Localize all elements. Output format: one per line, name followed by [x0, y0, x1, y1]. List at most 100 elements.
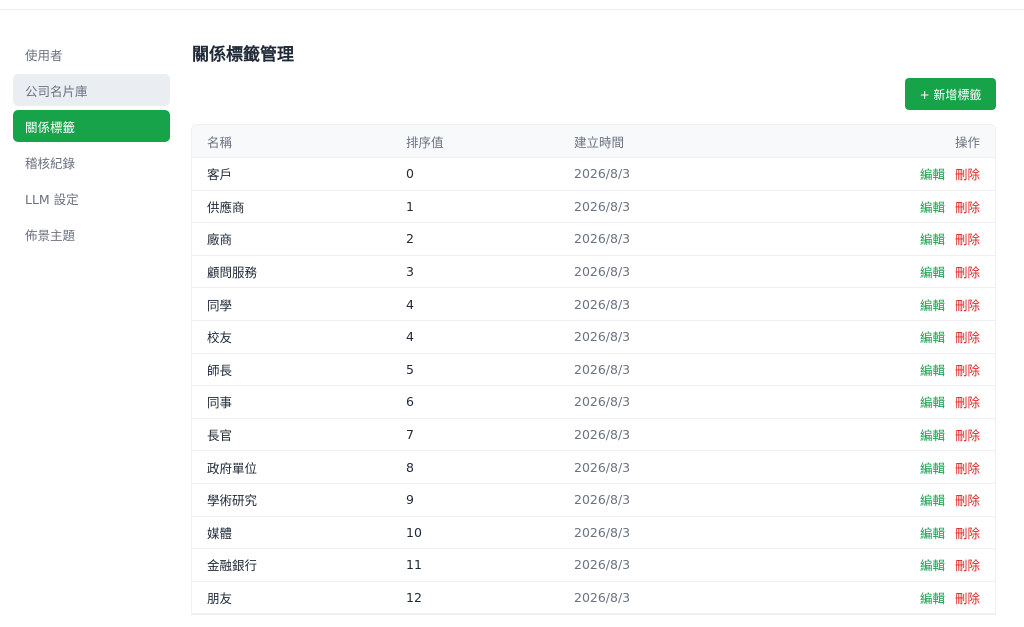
cell-actions: 編輯 刪除	[859, 327, 995, 346]
cell-sort: 10	[406, 524, 422, 540]
cell-actions: 編輯 刪除	[859, 490, 995, 509]
sidebar-item-llm-settings[interactable]: LLM 設定	[13, 182, 170, 214]
edit-button[interactable]: 編輯	[920, 200, 945, 215]
edit-button[interactable]: 編輯	[920, 265, 945, 280]
delete-button[interactable]: 刪除	[955, 591, 980, 606]
cell-sort: 0	[406, 166, 414, 182]
cell-actions: 編輯 刪除	[859, 295, 995, 314]
table-row: 朋友 12 2026/8/3 編輯 刪除	[192, 581, 995, 615]
delete-button[interactable]: 刪除	[955, 200, 980, 215]
cell-created: 2026/8/3	[574, 557, 631, 573]
edit-button[interactable]: 編輯	[920, 363, 945, 378]
delete-button[interactable]: 刪除	[955, 330, 980, 345]
delete-button[interactable]: 刪除	[955, 395, 980, 410]
sidebar: 使用者 公司名片庫 關係標籤 稽核紀錄 LLM 設定 佈景主題	[13, 38, 170, 254]
delete-button[interactable]: 刪除	[955, 526, 980, 541]
table-row: 政府單位 8 2026/8/3 編輯 刪除	[192, 451, 995, 484]
edit-button[interactable]: 編輯	[920, 591, 945, 606]
cell-created: 2026/8/3	[574, 394, 631, 410]
delete-button[interactable]: 刪除	[955, 428, 980, 443]
add-tag-button[interactable]: + 新增標籤	[905, 78, 996, 110]
edit-button[interactable]: 編輯	[920, 395, 945, 410]
cell-actions: 編輯 刪除	[859, 392, 995, 411]
delete-button[interactable]: 刪除	[955, 493, 980, 508]
sidebar-item-theme[interactable]: 佈景主題	[13, 218, 170, 250]
edit-button[interactable]: 編輯	[920, 298, 945, 313]
sidebar-item-relation-tags[interactable]: 關係標籤	[13, 110, 170, 142]
edit-button[interactable]: 編輯	[920, 461, 945, 476]
cell-sort: 2	[406, 231, 414, 247]
cell-name: 金融銀行	[207, 558, 258, 574]
cell-created: 2026/8/3	[574, 524, 631, 540]
cell-name: 供應商	[207, 199, 245, 215]
delete-button[interactable]: 刪除	[955, 298, 980, 313]
table-row: 客戶 0 2026/8/3 編輯 刪除	[192, 158, 995, 191]
table-header: 名稱 排序值 建立時間 操作	[192, 125, 995, 158]
cell-actions: 編輯 刪除	[859, 555, 995, 574]
edit-button[interactable]: 編輯	[920, 330, 945, 345]
cell-created: 2026/8/3	[574, 361, 631, 377]
cell-name: 師長	[207, 362, 233, 378]
cell-actions: 編輯 刪除	[859, 360, 995, 379]
cell-sort: 6	[406, 394, 414, 410]
delete-button[interactable]: 刪除	[955, 167, 980, 182]
sidebar-item-audit-log[interactable]: 稽核紀錄	[13, 146, 170, 178]
edit-button[interactable]: 編輯	[920, 167, 945, 182]
cell-created: 2026/8/3	[574, 459, 631, 475]
table-row: 供應商 1 2026/8/3 編輯 刪除	[192, 190, 995, 224]
delete-button[interactable]: 刪除	[955, 363, 980, 378]
cell-sort: 3	[406, 264, 414, 280]
column-header-actions: 操作	[954, 134, 980, 150]
cell-name: 政府單位	[207, 460, 258, 476]
column-header-name: 名稱	[207, 134, 233, 150]
column-header-created: 建立時間	[574, 134, 625, 150]
cell-created: 2026/8/3	[574, 231, 631, 247]
cell-created: 2026/8/3	[574, 296, 631, 312]
tags-table: 名稱 排序值 建立時間 操作 客戶 0 2026/8/3 編輯 刪除 供應商 1 2026/8…	[191, 124, 996, 616]
table-row: 同事 6 2026/8/3 編輯 刪除	[192, 386, 995, 419]
cell-name: 廠商	[207, 232, 233, 248]
table-row: 顧問服務 3 2026/8/3 編輯 刪除	[192, 255, 995, 289]
sidebar-item-company-cards[interactable]: 公司名片庫	[13, 74, 170, 106]
cell-created: 2026/8/3	[574, 590, 631, 606]
cell-name: 同學	[207, 297, 233, 313]
cell-name: 學術研究	[207, 493, 258, 509]
cell-name: 長官	[207, 428, 233, 444]
cell-actions: 編輯 刪除	[859, 164, 995, 183]
delete-button[interactable]: 刪除	[955, 265, 980, 280]
table-body: 客戶 0 2026/8/3 編輯 刪除 供應商 1 2026/8/3 編輯 刪除 廠商 2 2026/8…	[192, 158, 995, 615]
cell-actions: 編輯 刪除	[859, 425, 995, 444]
cell-name: 客戶	[207, 167, 233, 183]
cell-sort: 12	[406, 590, 422, 606]
page-title: 關係標籤管理	[192, 45, 294, 65]
edit-button[interactable]: 編輯	[920, 493, 945, 508]
cell-created: 2026/8/3	[574, 166, 631, 182]
edit-button[interactable]: 編輯	[920, 428, 945, 443]
cell-name: 校友	[207, 330, 233, 346]
table-row: 學術研究 9 2026/8/3 編輯 刪除	[192, 483, 995, 517]
edit-button[interactable]: 編輯	[920, 558, 945, 573]
cell-created: 2026/8/3	[574, 264, 631, 280]
table-row: 媒體 10 2026/8/3 編輯 刪除	[192, 516, 995, 550]
cell-actions: 編輯 刪除	[859, 197, 995, 216]
table-row: 師長 5 2026/8/3 編輯 刪除	[192, 353, 995, 387]
cell-sort: 4	[406, 329, 414, 345]
edit-button[interactable]: 編輯	[920, 232, 945, 247]
cell-created: 2026/8/3	[574, 329, 631, 345]
delete-button[interactable]: 刪除	[955, 461, 980, 476]
sidebar-item-users[interactable]: 使用者	[13, 38, 170, 70]
cell-sort: 9	[406, 492, 414, 508]
cell-sort: 4	[406, 296, 414, 312]
table-row: 同學 4 2026/8/3 編輯 刪除	[192, 288, 995, 321]
cell-actions: 編輯 刪除	[859, 523, 995, 542]
table-row: 廠商 2 2026/8/3 編輯 刪除	[192, 223, 995, 256]
cell-name: 同事	[207, 395, 233, 411]
delete-button[interactable]: 刪除	[955, 232, 980, 247]
edit-button[interactable]: 編輯	[920, 526, 945, 541]
cell-sort: 7	[406, 427, 414, 443]
table-row: 校友 4 2026/8/3 編輯 刪除	[192, 320, 995, 354]
cell-name: 朋友	[207, 591, 233, 607]
cell-actions: 編輯 刪除	[859, 588, 995, 607]
cell-created: 2026/8/3	[574, 198, 631, 214]
delete-button[interactable]: 刪除	[955, 558, 980, 573]
